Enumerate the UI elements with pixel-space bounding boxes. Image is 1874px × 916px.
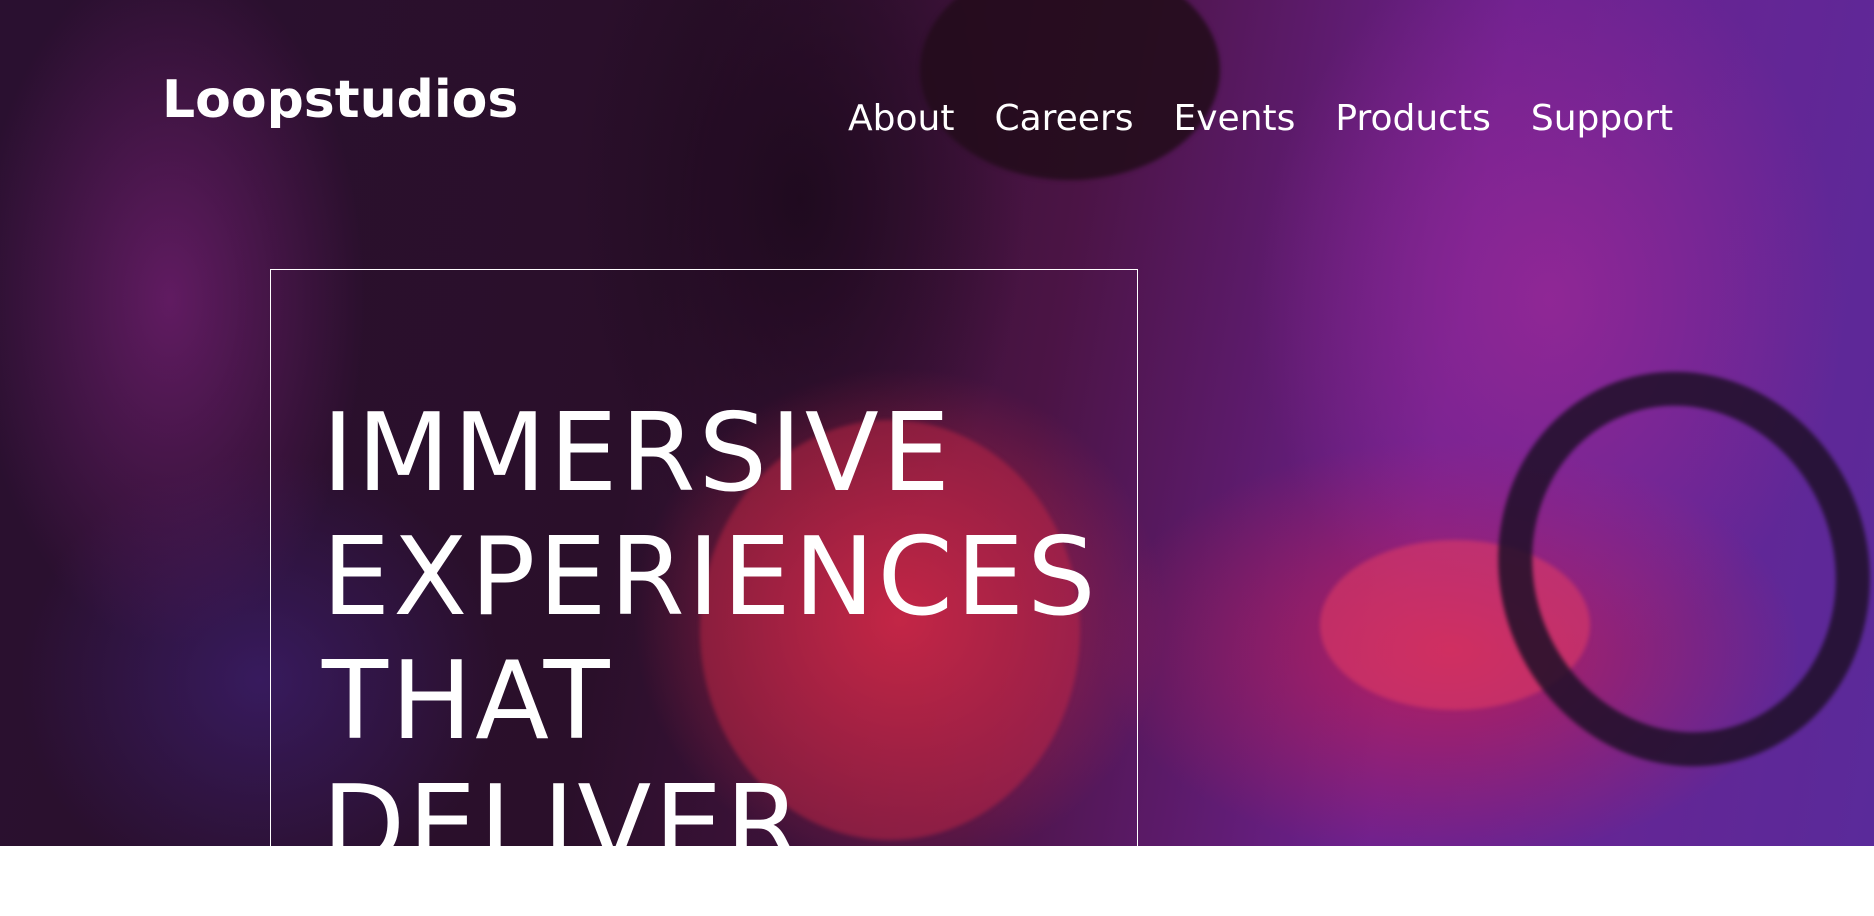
logo-link[interactable]: Loopstudios xyxy=(162,70,518,130)
hero-background-wheel xyxy=(1443,319,1874,819)
nav-link-support[interactable]: Support xyxy=(1531,98,1673,139)
nav-link-products[interactable]: Products xyxy=(1335,98,1490,139)
hero-title-line: IMMERSIVE xyxy=(322,391,954,516)
hero-title-line: DELIVER xyxy=(322,763,804,847)
site-header: Loopstudios About Careers Events Product… xyxy=(0,0,1874,180)
hero-title-line: THAT xyxy=(322,639,613,764)
nav-link-about[interactable]: About xyxy=(848,98,954,139)
nav-link-events[interactable]: Events xyxy=(1174,98,1296,139)
hero-title: IMMERSIVE EXPERIENCES THAT DELIVER xyxy=(322,391,1099,847)
hero-section: Loopstudios About Careers Events Product… xyxy=(0,0,1874,846)
page: Loopstudios About Careers Events Product… xyxy=(0,0,1874,916)
nav-link-careers[interactable]: Careers xyxy=(994,98,1133,139)
hero-title-line: EXPERIENCES xyxy=(322,515,1099,640)
main-nav: About Careers Events Products Support xyxy=(848,98,1673,139)
